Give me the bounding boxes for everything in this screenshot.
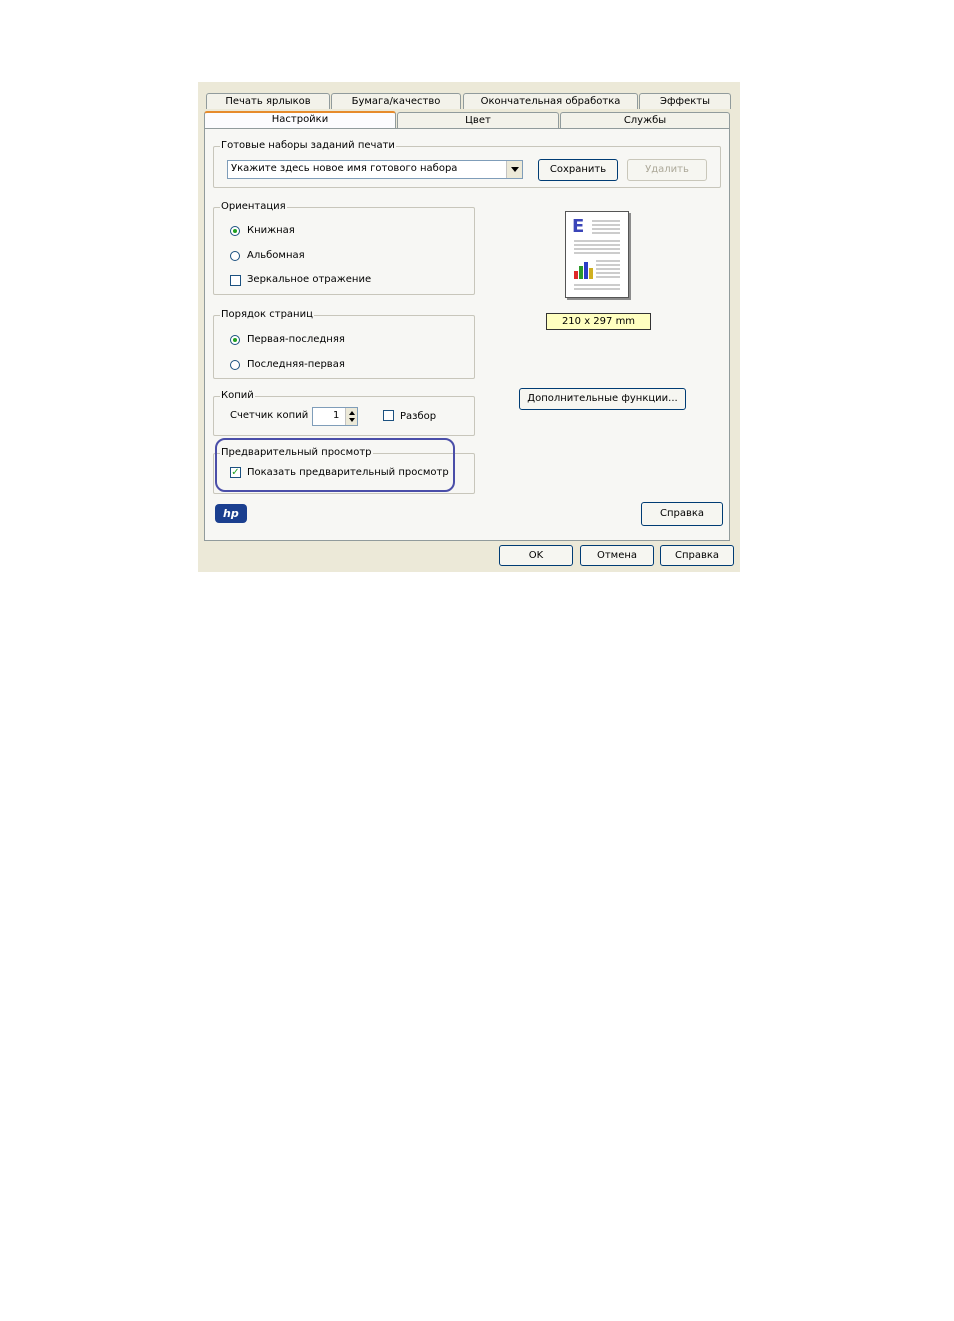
mirror-label: Зеркальное отражение xyxy=(247,274,372,285)
settings-panel: Готовые наборы заданий печати Укажите зд… xyxy=(204,128,730,541)
presets-legend: Готовые наборы заданий печати xyxy=(220,140,396,151)
radio-last-first[interactable] xyxy=(230,360,240,370)
copies-count: 1 xyxy=(333,410,340,421)
spin-arrows-icon[interactable] xyxy=(345,408,357,425)
cancel-button[interactable]: Отмена xyxy=(580,545,654,566)
tab-services[interactable]: Службы xyxy=(560,112,730,128)
copies-spinner[interactable]: 1 xyxy=(312,407,358,426)
radio-first-last[interactable] xyxy=(230,335,240,345)
page-order-legend: Порядок страниц xyxy=(220,309,314,320)
delete-preset-button[interactable]: Удалить xyxy=(627,159,707,181)
hp-logo-text: hp xyxy=(223,507,239,520)
help-inner-button[interactable]: Справка xyxy=(641,502,723,526)
highlight-ring xyxy=(215,438,455,492)
radio-landscape[interactable] xyxy=(230,251,240,261)
chevron-down-icon[interactable] xyxy=(506,161,522,178)
orientation-legend: Ориентация xyxy=(220,201,287,212)
page-lines-icon xyxy=(574,220,620,290)
checkbox-collate[interactable] xyxy=(383,410,394,421)
tab-paper-quality[interactable]: Бумага/качество xyxy=(331,93,461,109)
paper-size-label: 210 x 297 mm xyxy=(546,313,651,330)
advanced-features-button[interactable]: Дополнительные функции... xyxy=(519,388,686,410)
copies-counter-label: Счетчик копий xyxy=(230,410,309,421)
preset-name-combo[interactable]: Укажите здесь новое имя готового набора xyxy=(227,160,523,179)
show-preview-label: Показать предварительный просмотр xyxy=(247,467,449,478)
preset-name-value: Укажите здесь новое имя готового набора xyxy=(231,163,458,174)
tab-label-printing[interactable]: Печать ярлыков xyxy=(206,93,330,109)
tab-effects[interactable]: Эффекты xyxy=(639,93,731,109)
help-button[interactable]: Справка xyxy=(660,545,734,566)
radio-portrait[interactable] xyxy=(230,226,240,236)
tab-settings[interactable]: Настройки xyxy=(204,111,396,128)
printer-properties-dialog: Печать ярлыков Бумага/качество Окончател… xyxy=(198,82,740,572)
copies-legend: Копий xyxy=(220,390,255,401)
portrait-label: Книжная xyxy=(247,225,295,236)
landscape-label: Альбомная xyxy=(247,250,305,261)
checkbox-show-preview[interactable]: ✓ xyxy=(230,467,241,478)
tab-color[interactable]: Цвет xyxy=(397,112,559,128)
ok-button[interactable]: OK xyxy=(499,545,573,566)
page-preview-image: E xyxy=(565,211,629,298)
first-last-label: Первая-последняя xyxy=(247,334,345,345)
hp-logo: hp xyxy=(215,504,247,523)
last-first-label: Последняя-первая xyxy=(247,359,345,370)
checkbox-mirror[interactable] xyxy=(230,275,241,286)
collate-label: Разбор xyxy=(400,411,437,422)
save-preset-button[interactable]: Сохранить xyxy=(538,159,618,181)
tab-finishing[interactable]: Окончательная обработка xyxy=(463,93,638,109)
